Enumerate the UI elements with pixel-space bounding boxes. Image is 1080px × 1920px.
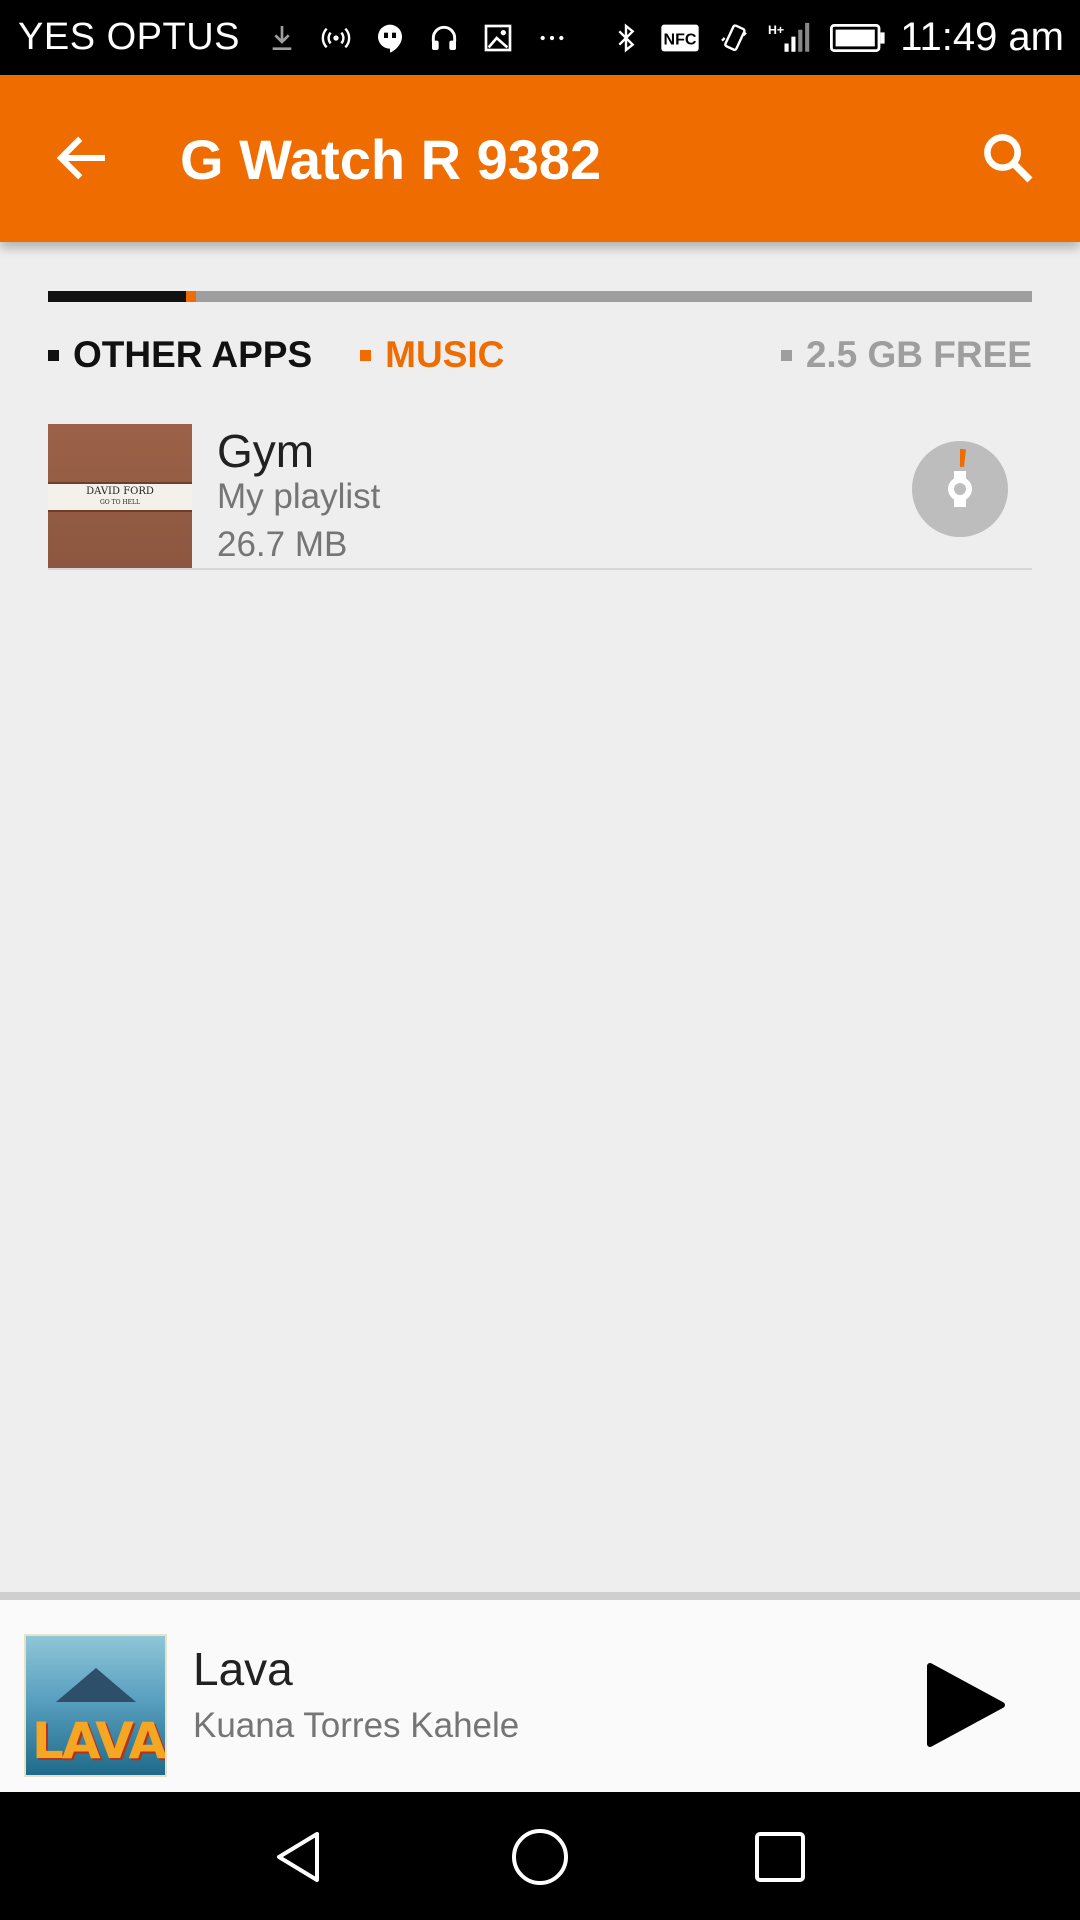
network-label: H+ — [768, 22, 784, 36]
legend-free-label: 2.5 GB FREE — [805, 334, 1032, 375]
play-button[interactable] — [918, 1660, 1008, 1750]
legend-swatch-free — [780, 349, 792, 361]
legend-swatch-other — [48, 349, 59, 361]
more-dots-icon — [536, 21, 568, 55]
album-art-album: GO TO HELL — [99, 499, 140, 506]
nfc-icon: NFC — [660, 21, 700, 55]
hotspot-icon — [320, 21, 352, 55]
nav-recents-button[interactable] — [745, 1822, 815, 1892]
hangouts-icon — [374, 21, 406, 55]
system-nav-bar — [0, 1792, 1080, 1920]
download-icon — [266, 21, 298, 55]
nav-back-icon — [277, 1832, 319, 1882]
now-playing-album-art: LAVA — [24, 1634, 167, 1777]
album-art-artist: DAVID FORD — [86, 486, 154, 497]
app-bar: G Watch R 9382 — [0, 75, 1080, 242]
carrier-name: YES OPTUS — [18, 16, 240, 58]
nav-recents-icon — [755, 1832, 805, 1882]
playlist-row[interactable]: DAVID FORD GO TO HELL Gym My playlist 26… — [48, 424, 1032, 570]
storage-segment-other-apps — [48, 291, 186, 302]
legend-music: MUSIC — [360, 334, 504, 376]
search-icon — [984, 134, 1033, 183]
play-icon — [927, 1663, 1005, 1747]
album-art-text: DAVID FORD GO TO HELL — [86, 486, 154, 508]
image-icon — [482, 21, 514, 55]
bluetooth-icon — [610, 21, 642, 55]
clock: 11:49 am — [900, 15, 1064, 59]
headphones-icon — [428, 21, 460, 55]
album-art-title: LAVA — [32, 1712, 166, 1770]
now-playing-bar[interactable]: LAVA Lava Kuana Torres Kahele — [0, 1592, 1080, 1792]
legend-swatch-music — [360, 349, 372, 361]
status-bar: YES OPTUS NFC H+ 11:49 am — [0, 0, 1080, 75]
sync-to-watch-button[interactable] — [912, 441, 1008, 537]
playlist-subtitle: My playlist — [217, 477, 381, 516]
now-playing-title: Lava — [193, 1643, 293, 1695]
storage-segment-music — [185, 291, 196, 302]
legend-free-space: 2.5 GB FREE — [780, 334, 1032, 376]
page-title: G Watch R 9382 — [180, 128, 602, 191]
album-art-label: DAVID FORD GO TO HELL — [48, 482, 192, 512]
nav-home-icon — [512, 1829, 568, 1885]
playlist-album-art: DAVID FORD GO TO HELL — [48, 424, 192, 568]
album-art-volcano — [56, 1668, 136, 1702]
nav-back-button[interactable] — [265, 1822, 335, 1892]
nfc-label: NFC — [664, 31, 697, 48]
storage-usage-bar — [48, 291, 1032, 302]
search-button[interactable] — [975, 125, 1041, 191]
system-icons: NFC H+ — [610, 21, 886, 55]
notification-icons — [266, 21, 568, 55]
legend-music-label: MUSIC — [385, 334, 505, 375]
back-button[interactable] — [50, 125, 116, 191]
legend-other-apps: OTHER APPS — [48, 334, 312, 376]
vibrate-icon — [718, 21, 750, 55]
playlist-size: 26.7 MB — [217, 525, 348, 564]
arrow-back-icon — [56, 136, 105, 180]
battery-icon — [830, 21, 886, 55]
storage-legend: OTHER APPS MUSIC 2.5 GB FREE — [48, 330, 1032, 380]
legend-other-label: OTHER APPS — [73, 334, 313, 375]
now-playing-artist: Kuana Torres Kahele — [193, 1706, 520, 1745]
watch-sync-icon — [948, 449, 972, 507]
playlist-title: Gym — [217, 425, 315, 477]
nav-home-button[interactable] — [505, 1822, 575, 1892]
signal-icon: H+ — [768, 21, 812, 55]
